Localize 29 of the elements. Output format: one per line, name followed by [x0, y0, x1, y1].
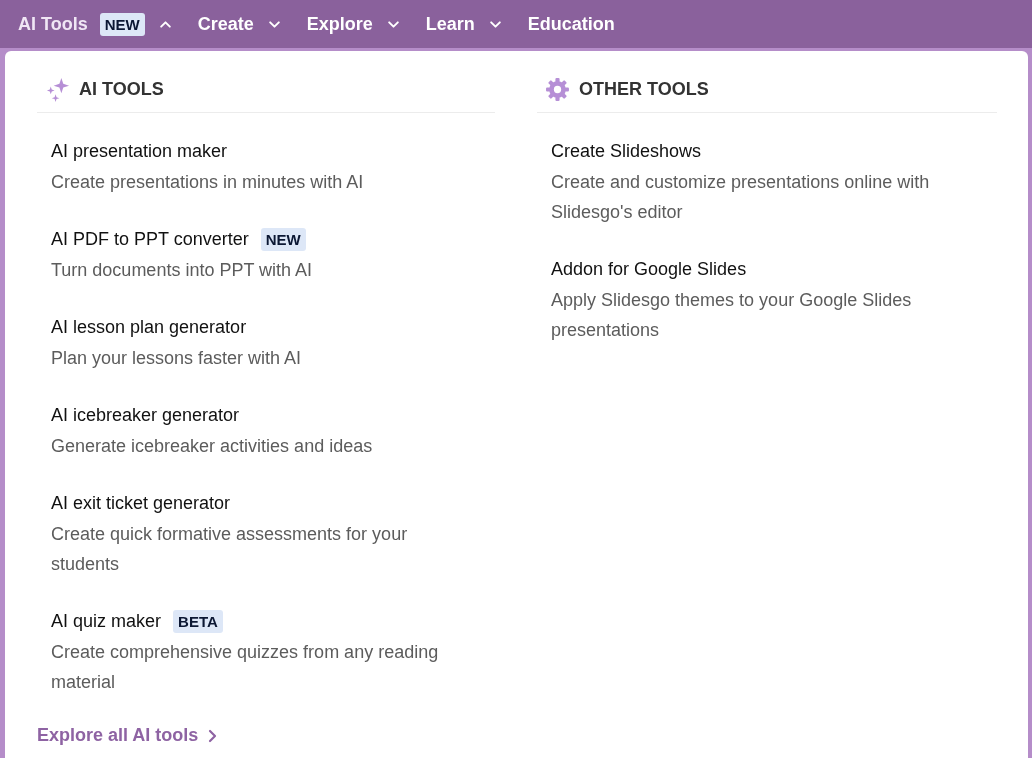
nav-link[interactable]: AI Tools — [18, 13, 88, 35]
menu-item-link[interactable]: Create Slideshows — [551, 140, 702, 162]
menu-item-link[interactable]: AI quiz maker — [51, 610, 162, 632]
status-badge: NEW — [260, 227, 306, 251]
status-badge: BETA — [173, 609, 223, 633]
nav-link[interactable]: Explore — [306, 13, 373, 35]
item-description: Plan your lessons faster with AI — [51, 347, 303, 370]
item-description: Create presentations in minutes with AI — [51, 171, 365, 194]
new-badge: NEW — [99, 12, 145, 36]
item-description: Create quick formative assessments for your students — [51, 523, 409, 576]
item-description: Generate icebreaker activities and ideas — [51, 435, 374, 458]
section-title: OTHER TOOLS — [579, 79, 709, 100]
chevron-right-icon — [208, 728, 219, 743]
menu-item-link[interactable]: AI exit ticket generator — [51, 492, 231, 514]
menu-item-link[interactable]: Addon for Google Slides — [551, 258, 747, 280]
explore-link[interactable]: Explore all AI tools — [37, 725, 219, 746]
menu-item-link[interactable]: AI presentation maker — [51, 140, 228, 162]
nav-link[interactable]: Create — [197, 13, 254, 35]
menu-item-link[interactable]: AI PDF to PPT converter — [51, 228, 249, 250]
menu-item-link[interactable]: AI icebreaker generator — [51, 404, 240, 426]
section-title: AI TOOLS — [79, 79, 164, 100]
item-description: Apply Slidesgo themes to your Google Slides presentations — [551, 289, 913, 342]
sparkles-icon — [45, 77, 70, 102]
item-description: Create and customize presentations online with Slidesgo's editor — [551, 171, 931, 224]
item-description: Turn documents into PPT with AI — [51, 259, 314, 282]
nav-link[interactable]: Learn — [425, 13, 475, 35]
menu-item-link[interactable]: AI lesson plan generator — [51, 316, 247, 338]
item-description: Create comprehensive quizzes from any reading material — [51, 641, 440, 694]
nav-link[interactable]: Education — [527, 13, 615, 35]
